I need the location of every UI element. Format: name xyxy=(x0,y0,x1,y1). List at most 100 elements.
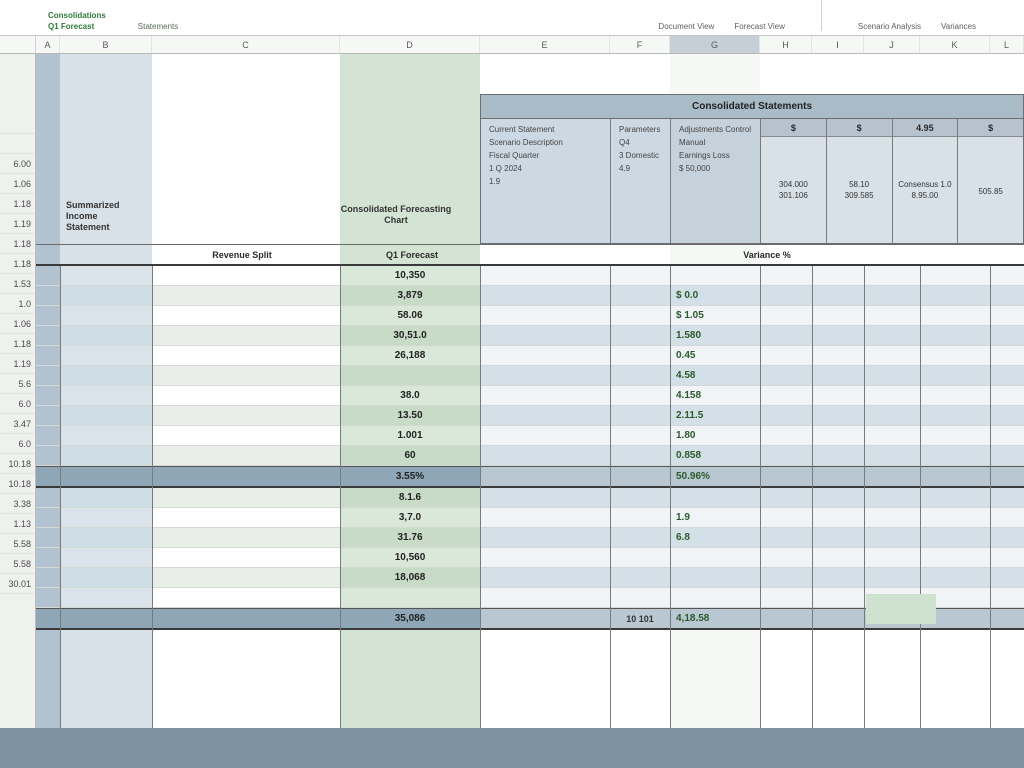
ribbon-group-statements[interactable]: Statements xyxy=(138,22,178,31)
cell-forecast[interactable]: 13.50 xyxy=(340,406,480,425)
table-row[interactable]: 10,560 xyxy=(36,548,1024,568)
row-header[interactable]: 1.06 xyxy=(0,314,35,334)
col-header-e[interactable]: E xyxy=(480,36,610,53)
cell-variance[interactable]: 1.80 xyxy=(670,426,760,445)
row-header[interactable]: 3.47 xyxy=(0,414,35,434)
cell-aux[interactable]: 10 101 xyxy=(610,609,670,628)
col-header-d[interactable]: D xyxy=(340,36,480,53)
table-row[interactable]: 18,068 xyxy=(36,568,1024,588)
table-row[interactable]: 31.76 6.8 xyxy=(36,528,1024,548)
ribbon-btn-variances[interactable]: Variances xyxy=(941,22,976,31)
cell-variance[interactable] xyxy=(670,488,760,507)
col-header-g[interactable]: G xyxy=(670,36,760,53)
col-header-f[interactable]: F xyxy=(610,36,670,53)
cell-variance[interactable]: $ 1.05 xyxy=(670,306,760,325)
mini-col[interactable]: $ 304.000301.106 xyxy=(761,119,827,243)
row-header[interactable]: 1.53 xyxy=(0,274,35,294)
cell-forecast[interactable]: 8.1.6 xyxy=(340,488,480,507)
row-header[interactable]: 6.0 xyxy=(0,434,35,454)
row-header[interactable] xyxy=(0,134,35,154)
row-header[interactable]: 5.58 xyxy=(0,554,35,574)
cell-variance[interactable] xyxy=(670,266,760,285)
table-row[interactable]: 1.001 1.80 xyxy=(36,426,1024,446)
mini-col[interactable]: $ 505.85 xyxy=(958,119,1023,243)
cell-variance[interactable]: 1.580 xyxy=(670,326,760,345)
row-header[interactable]: 1.18 xyxy=(0,194,35,214)
select-all-corner[interactable] xyxy=(0,36,36,53)
cell-variance[interactable]: 4.158 xyxy=(670,386,760,405)
cell-variance[interactable]: 4.58 xyxy=(670,366,760,385)
cell-forecast[interactable] xyxy=(340,588,480,607)
cell-variance[interactable] xyxy=(670,548,760,567)
cell-variance[interactable]: 0.858 xyxy=(670,446,760,465)
table-row[interactable]: 8.1.6 xyxy=(36,488,1024,508)
ribbon-btn-doc-view[interactable]: Document View xyxy=(658,22,714,31)
col-header-a[interactable]: A xyxy=(36,36,60,53)
cell-forecast[interactable]: 58.06 xyxy=(340,306,480,325)
cell-variance[interactable]: $ 0.0 xyxy=(670,286,760,305)
cell-forecast[interactable]: 35,086 xyxy=(340,609,480,628)
col-header-h[interactable]: H xyxy=(760,36,812,53)
table-row[interactable]: 3,7.0 1.9 xyxy=(36,508,1024,528)
cell-forecast[interactable]: 1.001 xyxy=(340,426,480,445)
row-header[interactable]: 6.0 xyxy=(0,394,35,414)
cell-forecast[interactable]: 31.76 xyxy=(340,528,480,547)
ribbon-group-file[interactable]: Consolidations Q1 Forecast xyxy=(48,11,106,31)
mini-col[interactable]: $ 58.10309.585 xyxy=(827,119,893,243)
row-header[interactable]: 5.6 xyxy=(0,374,35,394)
table-row[interactable]: 10,350 xyxy=(36,266,1024,286)
cell-forecast[interactable]: 38.0 xyxy=(340,386,480,405)
table-row[interactable]: 4.58 xyxy=(36,366,1024,386)
cell-variance[interactable]: 0.45 xyxy=(670,346,760,365)
cell-variance[interactable]: 1.9 xyxy=(670,508,760,527)
cell-forecast[interactable]: 10,350 xyxy=(340,266,480,285)
row-header[interactable]: 10.18 xyxy=(0,454,35,474)
cell-variance[interactable]: 4,18.58 xyxy=(670,609,760,628)
cell-forecast[interactable]: 18,068 xyxy=(340,568,480,587)
cell-variance[interactable] xyxy=(670,588,760,607)
table-row[interactable]: 26,188 0.45 xyxy=(36,346,1024,366)
table-row[interactable]: 38.0 4.158 xyxy=(36,386,1024,406)
cell-forecast[interactable]: 26,188 xyxy=(340,346,480,365)
cell-variance[interactable]: 2.11.5 xyxy=(670,406,760,425)
col-header-k[interactable]: K xyxy=(920,36,990,53)
cell-forecast[interactable]: 30,51.0 xyxy=(340,326,480,345)
cell-forecast[interactable]: 60 xyxy=(340,446,480,465)
row-header[interactable]: 1.19 xyxy=(0,214,35,234)
row-header[interactable]: 1.0 xyxy=(0,294,35,314)
table-row[interactable]: 30,51.0 1.580 xyxy=(36,326,1024,346)
cell-forecast[interactable]: 3.55% xyxy=(340,467,480,486)
table-row[interactable]: 3.55% 50.96% xyxy=(36,466,1024,488)
row-header[interactable]: 6.00 xyxy=(0,154,35,174)
col-header-b[interactable]: B xyxy=(60,36,152,53)
cell-forecast[interactable] xyxy=(340,366,480,385)
cell-forecast[interactable]: 10,560 xyxy=(340,548,480,567)
col-header-c[interactable]: C xyxy=(152,36,340,53)
cell-variance[interactable] xyxy=(670,568,760,587)
col-header-j[interactable]: J xyxy=(864,36,920,53)
row-header[interactable]: 10.18 xyxy=(0,474,35,494)
worksheet-area[interactable]: 6.00 1.06 1.18 1.19 1.18 1.18 1.53 1.0 1… xyxy=(0,54,1024,728)
cell-variance[interactable]: 6.8 xyxy=(670,528,760,547)
col-header-i[interactable]: I xyxy=(812,36,864,53)
cell-forecast[interactable]: 3,7.0 xyxy=(340,508,480,527)
cell-forecast[interactable]: 3,879 xyxy=(340,286,480,305)
row-header[interactable] xyxy=(0,114,35,134)
row-header[interactable]: 1.13 xyxy=(0,514,35,534)
row-header[interactable]: 1.18 xyxy=(0,254,35,274)
row-header[interactable]: 1.19 xyxy=(0,354,35,374)
table-row[interactable]: 13.50 2.11.5 xyxy=(36,406,1024,426)
table-row[interactable]: 3,879 $ 0.0 xyxy=(36,286,1024,306)
row-header[interactable]: 1.18 xyxy=(0,234,35,254)
ribbon-btn-scenario[interactable]: Scenario Analysis xyxy=(858,22,921,31)
row-header[interactable]: 1.06 xyxy=(0,174,35,194)
row-header[interactable]: 5.58 xyxy=(0,534,35,554)
ribbon-btn-forecast-view[interactable]: Forecast View xyxy=(734,22,785,31)
mini-col[interactable]: 4.95 Consensus 1.08.95.00 xyxy=(893,119,959,243)
cell-variance[interactable]: 50.96% xyxy=(670,467,760,486)
table-row[interactable]: 60 0.858 xyxy=(36,446,1024,466)
col-header-l[interactable]: L xyxy=(990,36,1024,53)
row-header[interactable]: 1.18 xyxy=(0,334,35,354)
row-header[interactable]: 30.01 xyxy=(0,574,35,594)
row-header[interactable]: 3.38 xyxy=(0,494,35,514)
